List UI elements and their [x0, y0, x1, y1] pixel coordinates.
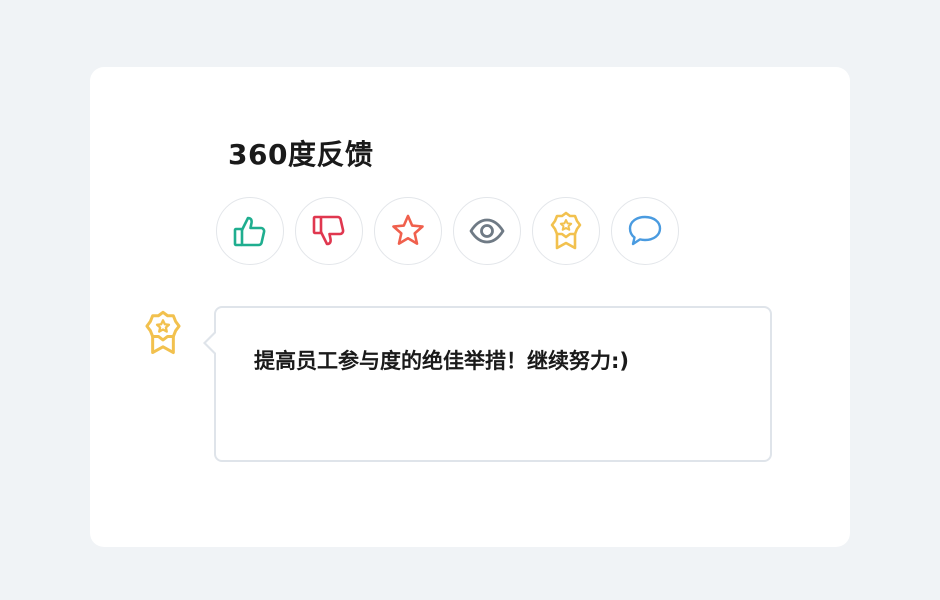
thumbs-up-icon — [232, 213, 268, 249]
thumbs-up-button[interactable] — [216, 197, 284, 265]
page-title: 360度反馈 — [228, 138, 374, 171]
star-button[interactable] — [374, 197, 442, 265]
award-medal-icon — [550, 211, 582, 251]
speech-bubble-icon — [626, 213, 664, 249]
view-button[interactable] — [453, 197, 521, 265]
feedback-card: 360度反馈 提高员工参与度的绝佳举措！继续努力:) — [90, 67, 850, 547]
comment-bubble: 提高员工参与度的绝佳举措！继续努力:) — [203, 306, 772, 462]
thumbs-down-icon — [311, 213, 347, 249]
award-button[interactable] — [532, 197, 600, 265]
comment-author-badge-icon — [143, 310, 183, 356]
thumbs-down-button[interactable] — [295, 197, 363, 265]
reaction-toolbar — [216, 197, 679, 265]
eye-icon — [468, 212, 506, 250]
comment-text: 提高员工参与度的绝佳举措！继续努力:) — [254, 349, 629, 373]
star-icon — [389, 212, 427, 250]
comment-button[interactable] — [611, 197, 679, 265]
